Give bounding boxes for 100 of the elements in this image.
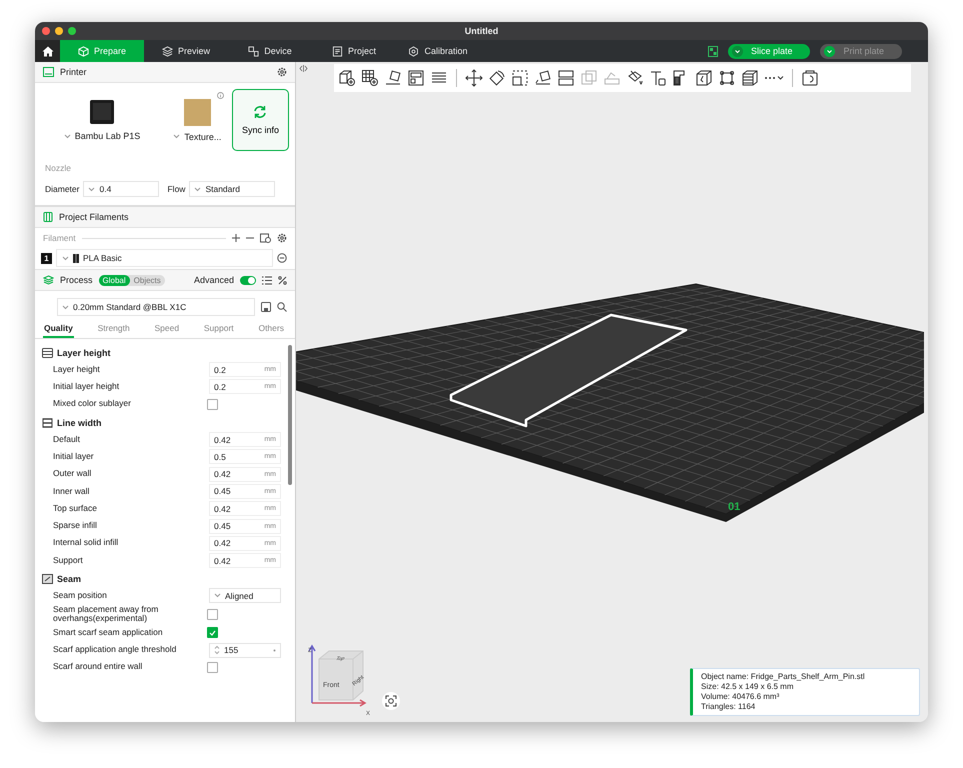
cube-plus-icon[interactable] xyxy=(338,69,356,87)
advanced-toggle[interactable] xyxy=(240,276,256,284)
setting-label: Outer wall xyxy=(53,469,92,480)
setting-label: Seam position xyxy=(53,591,108,601)
text-tool-icon[interactable] xyxy=(649,69,667,87)
dropdown-field[interactable]: Aligned xyxy=(209,588,281,604)
filament-dropdown[interactable]: PLA Basic xyxy=(56,249,273,267)
group-title: Seam xyxy=(57,574,82,584)
checkbox[interactable] xyxy=(207,398,218,410)
hexagon-icon xyxy=(408,46,420,56)
layers-icon xyxy=(42,348,53,358)
setting-label: Scarf around entire wall xyxy=(53,662,144,672)
search-icon[interactable] xyxy=(277,302,287,312)
plate-drawing xyxy=(184,98,211,126)
caret-icon xyxy=(214,593,221,598)
move-icon[interactable] xyxy=(465,69,483,87)
minus-circle-icon[interactable] xyxy=(277,253,287,263)
group-title: Layer height xyxy=(57,348,111,358)
nav-tab[interactable]: Calibration xyxy=(396,40,480,62)
nav-tab[interactable]: Project xyxy=(312,40,396,62)
spin-field[interactable]: 155 xyxy=(209,642,281,658)
info-line: Size: 42.5 x 149 x 6.5 mm xyxy=(701,682,794,692)
settings-tab[interactable]: Strength xyxy=(96,320,131,338)
spool-icon xyxy=(73,254,79,262)
list-icon[interactable] xyxy=(262,276,272,284)
seam-icon xyxy=(42,574,53,584)
paint-bucket-icon[interactable] xyxy=(626,69,644,87)
info-icon[interactable] xyxy=(216,92,224,99)
seam-paint-icon[interactable] xyxy=(695,69,713,87)
setting-label: Support xyxy=(53,556,84,566)
setting-label: Inner wall xyxy=(53,486,90,496)
layers-icon xyxy=(162,46,173,56)
diameter-label: Diameter xyxy=(45,184,80,194)
add-icon[interactable] xyxy=(232,234,240,242)
fit-view-button[interactable] xyxy=(382,692,400,710)
plate-layout-icon[interactable] xyxy=(407,69,425,87)
plate-name[interactable]: Texture... xyxy=(184,132,222,142)
cube-icon xyxy=(78,46,89,56)
layers-icon xyxy=(43,275,54,285)
section-title: Printer xyxy=(60,67,88,77)
dot-icon xyxy=(273,648,276,652)
window-title: Untitled xyxy=(464,26,500,36)
corners-icon[interactable] xyxy=(718,69,736,87)
nav-tab[interactable]: Device xyxy=(228,40,312,62)
setting-label: Default xyxy=(53,434,81,444)
settings-tab[interactable]: Speed xyxy=(154,320,180,338)
sync-button[interactable]: Sync info xyxy=(232,89,290,151)
section-title: Project Filaments xyxy=(59,212,130,222)
info-line: Triangles: 1164 xyxy=(701,702,756,712)
window-close-button[interactable] xyxy=(42,27,50,35)
collapse-icon[interactable] xyxy=(299,65,308,72)
grid-plus-icon[interactable] xyxy=(361,69,379,87)
percent-icon[interactable] xyxy=(278,276,287,284)
setting-label: Sparse infill xyxy=(53,521,98,531)
plate-grid-icon[interactable] xyxy=(708,46,718,56)
section-title: Process xyxy=(60,275,93,285)
settings-tab[interactable]: Support xyxy=(202,320,235,338)
settings-tab[interactable]: Quality xyxy=(43,320,74,338)
preset-dropdown[interactable]: 0.20mm Standard @BBL X1C xyxy=(57,298,255,316)
rotate-icon[interactable] xyxy=(488,69,506,87)
home-button[interactable] xyxy=(35,40,60,62)
caret-icon xyxy=(64,134,71,138)
setting-label: Top surface xyxy=(53,504,98,514)
advanced-label: Advanced xyxy=(194,275,234,285)
setting-label: Initial layer xyxy=(53,452,95,462)
diameter-dropdown[interactable]: 0.4 xyxy=(83,181,160,197)
caret-icon xyxy=(62,256,69,260)
line-width-icon xyxy=(42,418,53,428)
setting-label: Scarf application angle threshold xyxy=(53,645,178,655)
layered-cube-icon[interactable] xyxy=(741,69,759,87)
checkbox[interactable] xyxy=(207,627,218,638)
checkbox[interactable] xyxy=(207,608,218,620)
settings-tab[interactable]: Others xyxy=(257,320,285,338)
split-icon[interactable] xyxy=(557,69,575,87)
printer-icon xyxy=(43,67,54,77)
save-icon[interactable] xyxy=(261,302,271,312)
document-icon xyxy=(332,46,343,56)
caret-icon xyxy=(62,304,69,310)
settings-icon[interactable] xyxy=(277,233,287,243)
setting-label: Mixed color sublayer xyxy=(53,399,132,410)
setting-label: Initial layer height xyxy=(53,382,120,392)
caret-icon xyxy=(173,134,180,139)
refresh-icon xyxy=(252,105,268,119)
lay-on-face-icon[interactable] xyxy=(534,69,552,87)
flow-dropdown[interactable]: Standard xyxy=(189,181,276,197)
nav-tab[interactable]: Preview xyxy=(144,40,228,62)
printer-name[interactable]: Bambu Lab P1S xyxy=(74,131,140,141)
tilted-square-icon[interactable] xyxy=(384,69,402,87)
home-icon xyxy=(42,46,54,56)
setting-label: Layer height xyxy=(53,364,101,375)
info-line: Volume: 40476.6 mm³ xyxy=(701,692,780,702)
settings-icon[interactable] xyxy=(277,67,287,77)
window-zoom-button[interactable] xyxy=(68,27,76,35)
scrollbar[interactable] xyxy=(288,345,292,485)
window-minimize-button[interactable] xyxy=(55,27,63,35)
flow-label: Flow xyxy=(167,184,186,194)
checkbox[interactable] xyxy=(207,662,218,673)
setting-label: Smart scarf seam application xyxy=(53,628,164,638)
setting-label: Internal solid infill xyxy=(53,538,120,548)
scale-icon[interactable] xyxy=(511,69,529,87)
